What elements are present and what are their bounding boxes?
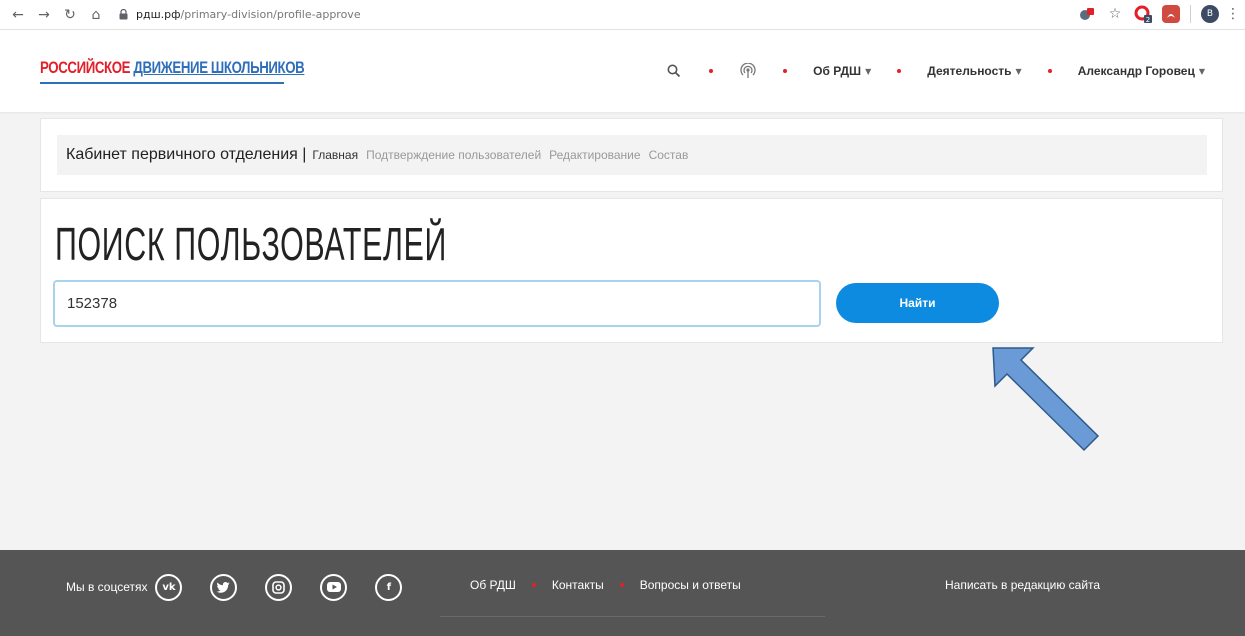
footer-separator-dot (531, 583, 536, 587)
header-nav: Об РДШ ▼ Деятельность ▼ Александр Горовец ▼ (665, 30, 1205, 112)
nav-activity-dropdown[interactable]: Деятельность ▼ (927, 64, 1021, 78)
footer-link-contacts[interactable]: Контакты (552, 578, 604, 592)
caret-down-icon: ▼ (1198, 66, 1205, 76)
address-bar[interactable]: рдш.рф/primary-division/profile-approve (116, 3, 676, 27)
pdf-extension-icon[interactable] (1162, 5, 1180, 23)
toolbar-divider (1190, 5, 1191, 23)
ext-badge: 2 (1146, 16, 1150, 23)
back-icon[interactable]: ← (8, 5, 28, 25)
caret-down-icon: ▼ (1015, 66, 1022, 76)
browser-nav: ← → ↻ ⌂ (8, 5, 106, 25)
forward-icon[interactable]: → (34, 5, 54, 25)
social-label: Мы в соцсетях (66, 580, 148, 594)
twitter-icon[interactable] (210, 573, 238, 601)
search-icon[interactable] (665, 62, 683, 80)
url-text: рдш.рф/primary-division/profile-approve (136, 8, 361, 21)
vk-icon[interactable]: vk (155, 573, 183, 601)
logo-text: РОССИЙСКОЕ ДВИЖЕНИЕ ШКОЛЬНИКОВ (40, 58, 305, 78)
facebook-icon[interactable]: f (375, 573, 403, 601)
nav-about-label: Об РДШ (813, 64, 862, 78)
broadcast-icon[interactable] (739, 62, 757, 80)
write-to-editors-link[interactable]: Написать в редакцию сайта (945, 578, 1100, 592)
search-input[interactable] (53, 280, 821, 327)
site-header: РОССИЙСКОЕ ДВИЖЕНИЕ ШКОЛЬНИКОВ Об РДШ ▼ Д… (0, 30, 1245, 112)
url-path: /primary-division/profile-approve (180, 8, 361, 21)
browser-toolbar: ← → ↻ ⌂ рдш.рф/primary-division/profile-… (0, 0, 1245, 30)
user-search-card: ПОИСК ПОЛЬЗОВАТЕЛЕЙ Найти (40, 198, 1223, 343)
logo-text-blue: ДВИЖЕНИЕ ШКОЛЬНИКОВ (133, 58, 305, 77)
extensions: ☆ 2 B ⋮ (1078, 5, 1240, 23)
instagram-icon[interactable] (265, 573, 293, 601)
lock-icon (116, 8, 130, 22)
nav-separator-dot (709, 69, 714, 73)
facebook-icon-text: f (386, 581, 392, 593)
cabinet-card: Кабинет первичного отделения | Главная П… (40, 118, 1223, 192)
vk-icon-text: vk (162, 581, 176, 593)
cabinet-nav: Кабинет первичного отделения | Главная П… (57, 135, 1207, 175)
nav-about-dropdown[interactable]: Об РДШ ▼ (813, 64, 871, 78)
cabinet-title: Кабинет первичного отделения | (66, 146, 307, 163)
tab-user-approval[interactable]: Подтверждение пользователей (366, 148, 541, 162)
page-title: ПОИСК ПОЛЬЗОВАТЕЛЕЙ (55, 218, 447, 270)
nav-activity-label: Деятельность (927, 64, 1012, 78)
youtube-icon[interactable] (320, 573, 348, 601)
nav-separator-dot (1047, 69, 1052, 73)
translate-extension-icon[interactable] (1078, 5, 1096, 23)
find-button[interactable]: Найти (836, 283, 999, 323)
star-icon[interactable]: ☆ (1106, 5, 1124, 23)
url-host: рдш.рф (136, 8, 181, 21)
site-logo[interactable]: РОССИЙСКОЕ ДВИЖЕНИЕ ШКОЛЬНИКОВ (40, 58, 379, 90)
caret-down-icon: ▼ (865, 66, 872, 76)
tab-editing[interactable]: Редактирование (549, 148, 640, 162)
opera-extension-icon[interactable]: 2 (1134, 5, 1152, 23)
footer-nav: Об РДШ Контакты Вопросы и ответы (470, 578, 741, 592)
arrow-annotation-icon (992, 347, 1100, 452)
menu-icon[interactable]: ⋮ (1226, 5, 1240, 23)
footer-link-faq[interactable]: Вопросы и ответы (640, 578, 741, 592)
footer-separator-dot (619, 583, 624, 587)
user-name: Александр Горовец (1077, 64, 1195, 78)
footer-divider (440, 616, 825, 617)
nav-separator-dot (897, 69, 902, 73)
home-icon[interactable]: ⌂ (86, 5, 106, 25)
footer-social: Мы в соцсетях vk f (66, 571, 403, 603)
logo-underline (40, 82, 284, 84)
nav-separator-dot (783, 69, 788, 73)
logo-text-red: РОССИЙСКОЕ (40, 58, 131, 77)
tab-main[interactable]: Главная (312, 148, 358, 162)
user-menu-dropdown[interactable]: Александр Горовец ▼ (1078, 64, 1205, 78)
site-footer: Мы в соцсетях vk f Об РДШ Контакты Вопро… (0, 550, 1245, 636)
reload-icon[interactable]: ↻ (60, 5, 80, 25)
tab-members[interactable]: Состав (649, 148, 689, 162)
footer-link-about[interactable]: Об РДШ (470, 578, 516, 592)
profile-avatar[interactable]: B (1201, 5, 1219, 23)
